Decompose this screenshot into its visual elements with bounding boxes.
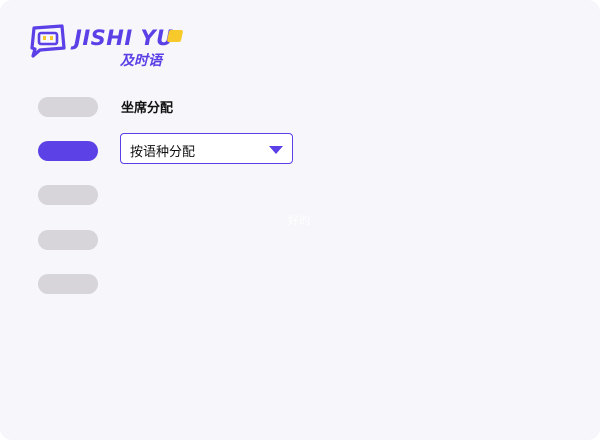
chevron-down-icon (269, 146, 283, 154)
brand-subtitle: 及时语 (120, 53, 162, 69)
sidebar-item-2[interactable] (38, 141, 98, 161)
watermark-text: 好的 (288, 214, 310, 227)
allocation-select[interactable]: 按语种分配 (120, 133, 293, 164)
brand-flag-icon (166, 30, 184, 42)
sidebar-item-4[interactable] (38, 230, 98, 250)
section-title: 坐席分配 (121, 101, 174, 116)
brand-logo: JISHI YU 及时语 (28, 22, 188, 72)
brand-name: JISHI YU (74, 26, 174, 50)
app-window: JISHI YU 及时语 坐席分配 按语种分配 好的 (0, 0, 600, 440)
sidebar-item-1[interactable] (38, 97, 98, 117)
sidebar-item-5[interactable] (38, 274, 98, 294)
chat-bubble-logo-icon (30, 24, 66, 58)
sidebar-item-3[interactable] (38, 185, 98, 205)
select-value: 按语种分配 (130, 145, 196, 160)
